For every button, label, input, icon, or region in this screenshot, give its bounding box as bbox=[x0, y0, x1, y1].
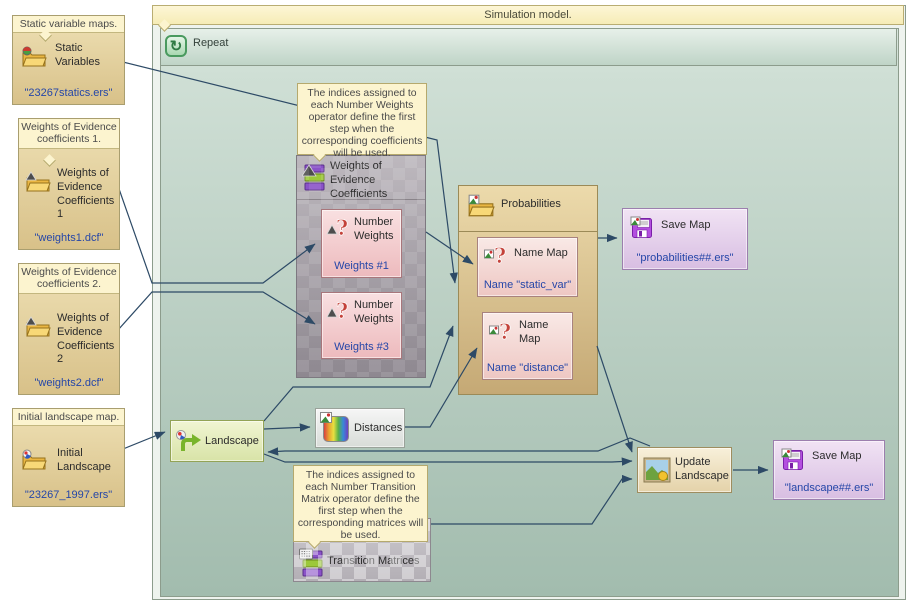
save-map-floppy-icon bbox=[781, 448, 805, 472]
node-value: "landscape##.ers" bbox=[776, 482, 882, 494]
transition-matrices-icon bbox=[299, 547, 323, 579]
node-value: Weights #1 bbox=[324, 260, 399, 272]
node-title: Distances bbox=[354, 422, 402, 436]
node-label: Weights of Evidence Coefficients 2 bbox=[57, 312, 115, 367]
node-title: Update Landscape bbox=[675, 456, 731, 484]
node-value: Weights #3 bbox=[324, 341, 399, 353]
number-weights-3-node[interactable]: ? Number Weights Weights #3 bbox=[321, 292, 402, 359]
weights1-node[interactable]: Weights of Evidence coefficients 1. Weig… bbox=[18, 118, 120, 250]
folder-probabilities-icon bbox=[467, 194, 495, 218]
node-label: Static Variables bbox=[55, 42, 119, 70]
svg-text:?: ? bbox=[336, 300, 348, 323]
node-filename: "23267statics.ers" bbox=[13, 87, 124, 99]
folder-map-icon bbox=[21, 449, 47, 471]
node-value: Name "static_var" bbox=[480, 279, 575, 291]
landscape-node[interactable]: Landscape bbox=[170, 420, 264, 462]
weights1-comment: Weights of Evidence coefficients 1. bbox=[19, 119, 119, 149]
node-filename: "weights2.dcf" bbox=[19, 377, 119, 389]
comment-notch bbox=[43, 154, 56, 167]
node-title: Save Map bbox=[661, 219, 711, 233]
node-title: Landscape bbox=[205, 435, 259, 449]
weights2-comment: Weights of Evidence coefficients 2. bbox=[19, 264, 119, 294]
group-title: Transition Matrices bbox=[327, 555, 427, 569]
node-label: Initial Landscape bbox=[57, 447, 119, 475]
map-chip-icon bbox=[320, 412, 332, 423]
svg-text:?: ? bbox=[336, 217, 348, 240]
node-title: Number Weights bbox=[354, 299, 402, 327]
repeat-icon: ↻ bbox=[165, 35, 187, 57]
model-canvas: Simulation model. ↻ Repeat bbox=[0, 0, 908, 605]
save-map-landscape-node[interactable]: Save Map "landscape##.ers" bbox=[773, 440, 885, 500]
node-filename: "23267_1997.ers" bbox=[13, 489, 124, 501]
save-map-floppy-icon bbox=[630, 216, 654, 240]
update-landscape-icon bbox=[643, 457, 671, 483]
save-map-probabilities-node[interactable]: Save Map "probabilities##.ers" bbox=[622, 208, 748, 270]
weights-note[interactable]: The indices assigned to each Number Weig… bbox=[297, 83, 427, 155]
node-value: Name "distance" bbox=[485, 362, 570, 374]
svg-text:?: ? bbox=[494, 245, 506, 268]
group-title: Probabilities bbox=[501, 198, 561, 212]
repeat-label: Repeat bbox=[193, 37, 228, 49]
number-weights-icon: ? bbox=[326, 300, 352, 324]
name-map-icon: ? bbox=[489, 321, 515, 345]
weights2-node[interactable]: Weights of Evidence coefficients 2. Weig… bbox=[18, 263, 120, 395]
name-map-icon: ? bbox=[484, 245, 510, 269]
transition-note[interactable]: The indices assigned to each Number Tran… bbox=[293, 465, 428, 542]
name-map-static-node[interactable]: ? Name Map Name "static_var" bbox=[477, 237, 578, 297]
node-title: Name Map bbox=[514, 247, 576, 261]
update-landscape-node[interactable]: Update Landscape bbox=[637, 447, 732, 493]
distances-node[interactable]: Distances bbox=[315, 408, 405, 448]
coefficients-stack-icon bbox=[302, 162, 326, 192]
landscape-mux-icon bbox=[175, 429, 203, 453]
node-title: Save Map bbox=[812, 450, 862, 464]
node-title: Number Weights bbox=[354, 216, 402, 244]
number-weights-1-node[interactable]: ? Number Weights Weights #1 bbox=[321, 209, 402, 278]
folder-weights-icon bbox=[25, 316, 51, 338]
group-title: Weights of Evidence Coefficients bbox=[330, 160, 422, 201]
node-value: "probabilities##.ers" bbox=[625, 252, 745, 264]
number-weights-icon: ? bbox=[326, 217, 352, 241]
folder-weights-icon bbox=[25, 171, 51, 193]
static-variables-comment: Static variable maps. bbox=[13, 16, 124, 33]
folder-map-icon bbox=[21, 46, 47, 68]
repeat-header[interactable] bbox=[160, 28, 897, 66]
svg-text:?: ? bbox=[499, 321, 511, 344]
name-map-distance-node[interactable]: ? Name Map Name "distance" bbox=[482, 312, 573, 380]
initial-landscape-comment: Initial landscape map. bbox=[13, 409, 124, 426]
static-variables-node[interactable]: Static variable maps. Static Variables "… bbox=[12, 15, 125, 105]
simulation-model-title[interactable]: Simulation model. bbox=[152, 5, 904, 25]
node-label: Weights of Evidence Coefficients 1 bbox=[57, 167, 115, 222]
node-title: Name Map bbox=[519, 319, 561, 347]
initial-landscape-node[interactable]: Initial landscape map. Initial Landscape… bbox=[12, 408, 125, 507]
node-filename: "weights1.dcf" bbox=[19, 232, 119, 244]
